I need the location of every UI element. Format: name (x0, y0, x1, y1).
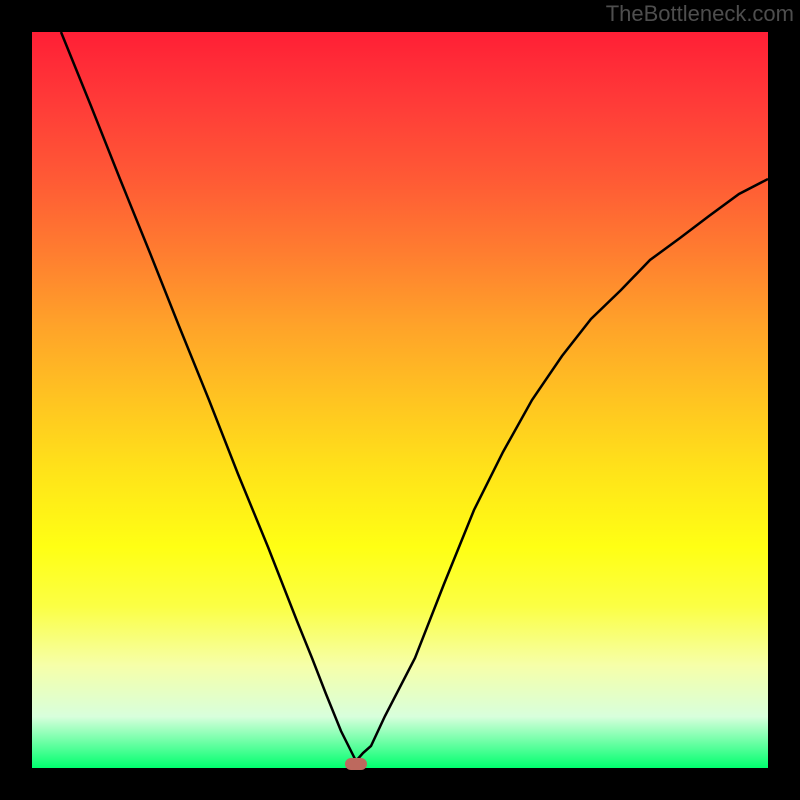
plot-area (32, 32, 768, 768)
optimal-marker (345, 758, 367, 770)
watermark-text: TheBottleneck.com (606, 1, 794, 27)
curve-svg (32, 32, 768, 768)
chart-frame: TheBottleneck.com (0, 0, 800, 800)
bottleneck-curve (61, 32, 768, 761)
